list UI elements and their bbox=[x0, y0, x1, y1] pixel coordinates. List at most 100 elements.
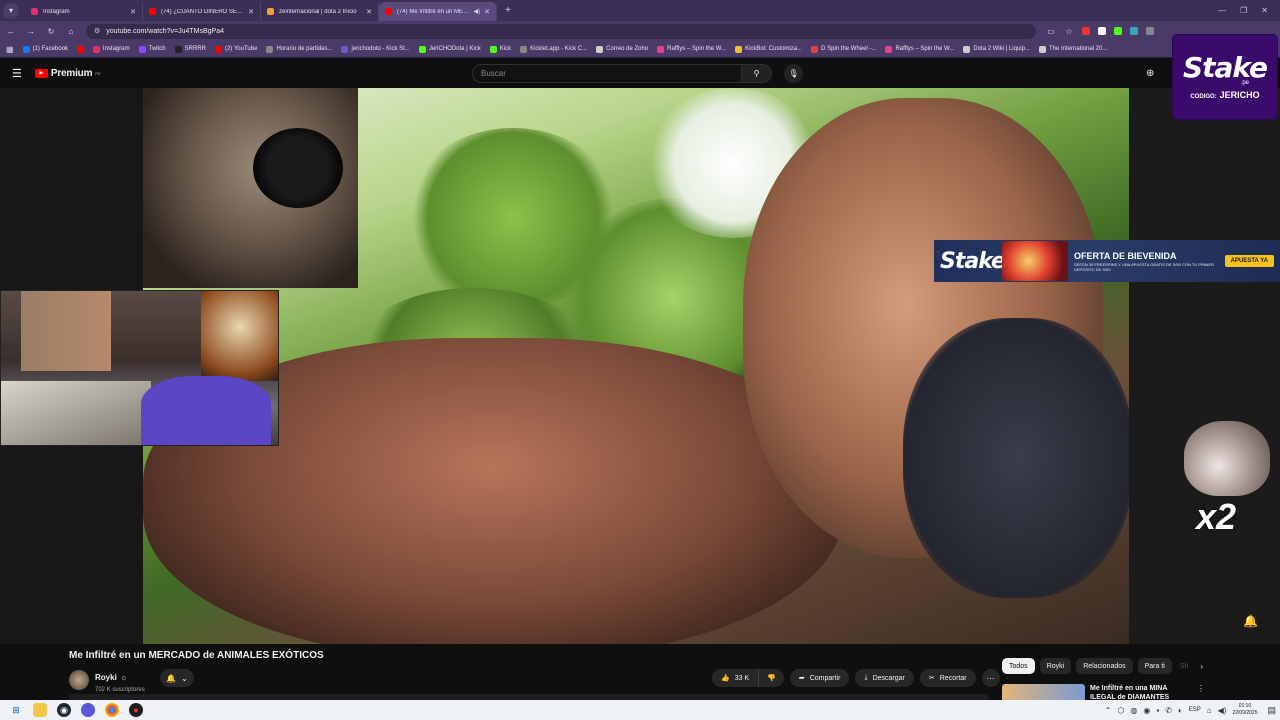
volume-icon[interactable]: ◀) bbox=[1218, 706, 1227, 715]
close-icon[interactable]: ✕ bbox=[484, 8, 490, 16]
close-window-icon[interactable]: ✕ bbox=[1261, 6, 1268, 15]
bookmark[interactable]: The International 20... bbox=[1038, 45, 1107, 53]
network-icon[interactable]: ⌂ bbox=[1207, 706, 1212, 715]
tray-app-icon[interactable]: ▪ bbox=[1156, 706, 1159, 715]
speaker-icon[interactable]: ◀) bbox=[474, 8, 481, 15]
more-actions-button[interactable]: ⋯ bbox=[981, 669, 1000, 687]
notifications-icon[interactable]: ▤ bbox=[1267, 705, 1276, 716]
share-button[interactable]: ➦ Compartir bbox=[789, 669, 850, 687]
menu-icon[interactable]: ☰ bbox=[12, 67, 22, 80]
subscribed-notifications-button[interactable]: 🔔 ⌄ bbox=[160, 669, 194, 687]
stake-logo: Stake bbox=[1182, 51, 1268, 84]
download-button[interactable]: ⤓ Descargar bbox=[855, 669, 914, 687]
extension-icon[interactable] bbox=[1098, 27, 1106, 35]
chevron-up-icon[interactable]: ⌃ bbox=[1105, 706, 1112, 715]
close-icon[interactable]: ✕ bbox=[248, 8, 254, 16]
app-icon[interactable] bbox=[81, 703, 95, 717]
language-indicator[interactable]: ESP bbox=[1189, 707, 1201, 713]
search-input[interactable]: Buscar bbox=[472, 64, 742, 83]
video-frame[interactable] bbox=[143, 88, 1129, 644]
url-input[interactable]: ⚙ youtube.com/watch?v=Ju4TMsBgPa4 bbox=[86, 23, 1036, 39]
minimize-icon[interactable]: — bbox=[1218, 6, 1226, 15]
windows-start-icon[interactable]: ⊞ bbox=[9, 703, 23, 717]
channel-name[interactable]: Royki bbox=[95, 673, 117, 682]
obs-icon[interactable]: ● bbox=[129, 703, 143, 717]
clip-button[interactable]: ✂ Recortar bbox=[919, 669, 976, 687]
bookmark[interactable]: Dota 2 Wiki | Liquip... bbox=[963, 45, 1030, 53]
apps-grid-icon[interactable]: ▦ bbox=[6, 45, 14, 54]
bookmark[interactable]: Kick bbox=[489, 45, 511, 53]
reload-icon[interactable]: ↻ bbox=[46, 27, 56, 36]
clip-label: Recortar bbox=[939, 674, 967, 682]
dark-object bbox=[903, 318, 1129, 598]
avatar[interactable] bbox=[69, 670, 89, 690]
create-icon[interactable]: ⊕ bbox=[1146, 68, 1154, 79]
clock[interactable]: 01:10 22/09/2025 bbox=[1232, 703, 1257, 717]
tray-app-icon[interactable]: ⬡ bbox=[1117, 706, 1124, 715]
new-tab-button[interactable]: + bbox=[505, 5, 511, 16]
tab-zeinternacional[interactable]: zeinternacional | dota 2 Inicio ✕ bbox=[261, 2, 379, 21]
extension-icon[interactable] bbox=[1114, 27, 1122, 35]
bookmark[interactable]: (1) Facebook bbox=[22, 45, 68, 53]
close-icon[interactable]: ✕ bbox=[130, 8, 136, 16]
tray-app-icon[interactable]: ✆ bbox=[1165, 706, 1172, 715]
bookmark[interactable]: SRRRR bbox=[174, 45, 206, 53]
bookmark[interactable]: (2) YouTube bbox=[214, 45, 257, 53]
chrome-icon[interactable] bbox=[105, 703, 119, 717]
bookmark[interactable]: Kicklet.app - Kick C... bbox=[520, 45, 587, 53]
search-button[interactable]: ⚲ bbox=[742, 64, 772, 83]
chip-todos[interactable]: Todos bbox=[1002, 658, 1035, 674]
tab-youtube-cuanto-dinero[interactable]: (74) ¿CUÁNTO DINERO SE GAS ✕ bbox=[143, 2, 261, 21]
tab-youtube-active[interactable]: (74) Me Infiltré en un MERC ◀) ✕ bbox=[379, 2, 497, 21]
share-icon: ➦ bbox=[798, 675, 805, 682]
chip-relacionados[interactable]: Relacionados bbox=[1076, 658, 1133, 674]
bookmark[interactable]: Rafflys – Spin the W... bbox=[885, 45, 954, 53]
bookmark-icon bbox=[657, 45, 665, 53]
extension-icon[interactable] bbox=[1146, 27, 1154, 35]
share-label: Compartir bbox=[809, 674, 841, 682]
facebook-icon bbox=[22, 45, 30, 53]
tab-instagram[interactable]: Instagram ✕ bbox=[25, 2, 143, 21]
bookmark[interactable]: JeriCHODota | Kick bbox=[418, 45, 481, 53]
bookmark-star-icon[interactable]: ☆ bbox=[1064, 27, 1074, 36]
file-explorer-icon[interactable] bbox=[33, 703, 47, 717]
tray-app-icon[interactable]: ◐ bbox=[1178, 706, 1183, 715]
home-icon[interactable]: ⌂ bbox=[66, 27, 76, 36]
steam-icon[interactable]: ◉ bbox=[57, 703, 71, 717]
chip-para-ti[interactable]: Para ti bbox=[1137, 658, 1172, 674]
back-icon[interactable]: ← bbox=[6, 27, 16, 36]
bookmark[interactable]: Correo de Zoho bbox=[596, 45, 648, 53]
bookmark[interactable]: Instagram bbox=[92, 45, 130, 53]
forward-icon[interactable]: → bbox=[26, 27, 36, 36]
extension-icon[interactable] bbox=[1082, 27, 1090, 35]
bookmark[interactable]: Horario de partidas... bbox=[266, 45, 332, 53]
chevron-right-icon[interactable]: › bbox=[1200, 662, 1203, 671]
bookmark[interactable]: D Spin the Wheel -... bbox=[811, 45, 876, 53]
bookmark[interactable]: KickBot: Customiza... bbox=[735, 45, 802, 53]
youtube-premium-logo[interactable]: ▶ Premium PE bbox=[34, 68, 101, 79]
dislike-button[interactable]: 👎 bbox=[759, 669, 784, 687]
close-icon[interactable]: ✕ bbox=[366, 8, 372, 16]
chip-royki[interactable]: Royki bbox=[1039, 658, 1072, 674]
dota-icon bbox=[267, 8, 274, 15]
stake-logo: Stake bbox=[940, 248, 1006, 274]
subscriber-count: 702 K suscriptores bbox=[95, 687, 145, 693]
tab-search-button[interactable]: ▾ bbox=[3, 2, 19, 19]
extension-icon[interactable] bbox=[1130, 27, 1138, 35]
bookmark-icon bbox=[341, 45, 349, 53]
like-button[interactable]: 👍 33 K bbox=[712, 669, 760, 687]
bookmark[interactable]: Rafflys – Spin the W... bbox=[657, 45, 726, 53]
maximize-icon[interactable]: ❐ bbox=[1240, 6, 1247, 15]
bookmark[interactable] bbox=[76, 45, 84, 53]
chip-shorts[interactable]: Sh bbox=[1177, 658, 1192, 674]
video-player[interactable]: Stake OFERTA DE BIEVENIDA OBTEN 30 FREES… bbox=[0, 88, 1280, 644]
site-info-icon[interactable]: ⚙ bbox=[94, 27, 100, 35]
install-app-icon[interactable]: ▭ bbox=[1046, 27, 1056, 36]
youtube-icon bbox=[385, 8, 392, 15]
tray-app-icon[interactable]: ◉ bbox=[1143, 706, 1150, 715]
code-value: JERICHO bbox=[1219, 90, 1260, 100]
voice-search-button[interactable]: 🎙 bbox=[784, 64, 803, 83]
bookmark[interactable]: Twitch bbox=[138, 45, 166, 53]
tray-app-icon[interactable]: ◍ bbox=[1130, 706, 1137, 715]
bookmark[interactable]: jerichodoto - Kick St... bbox=[341, 45, 410, 53]
